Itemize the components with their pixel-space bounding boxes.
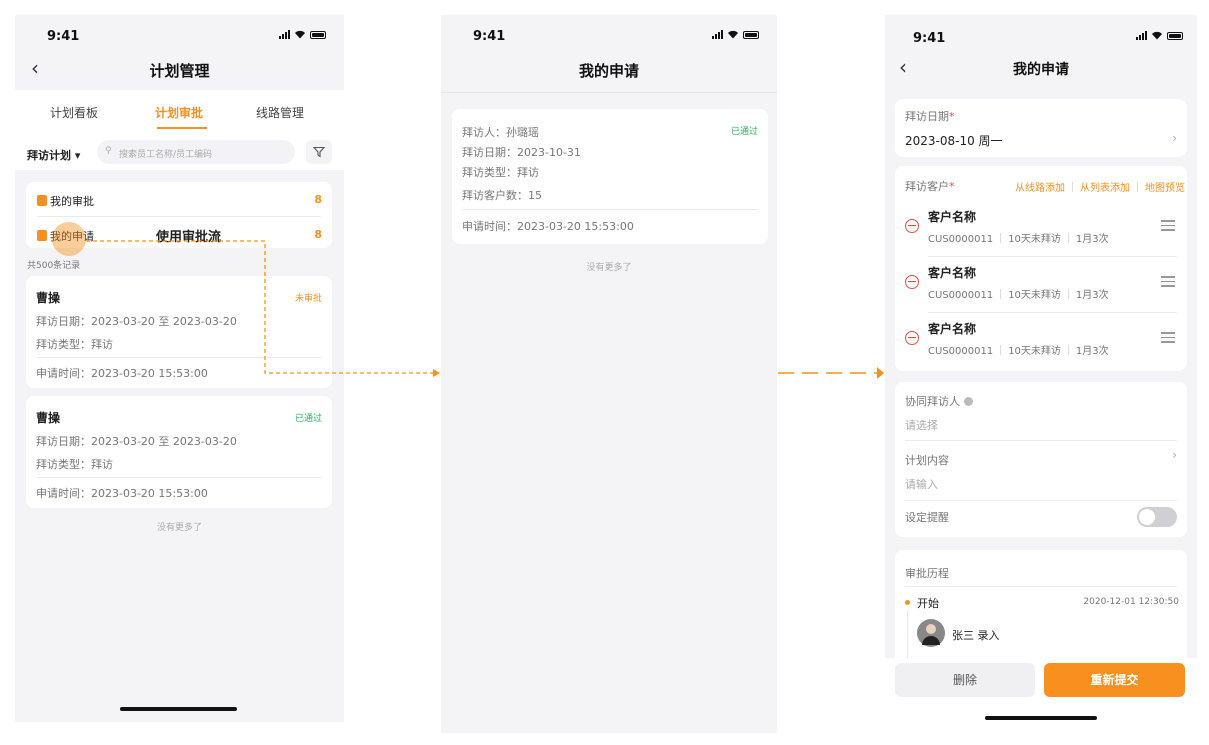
resubmit-button[interactable]: 重新提交	[1044, 663, 1185, 697]
customer-meta: CUS0000011 10天未拜访 1月3次	[928, 342, 1109, 357]
flow-arrowhead-2	[877, 367, 884, 379]
visit-date-card[interactable]: 拜访日期* 2023-08-10 周一 ›	[895, 99, 1187, 157]
screen-my-applications-list: 9:41 我的申请 拜访人：孙璐瑶 已通过 拜访日期：2023-10-31 拜访…	[441, 15, 777, 733]
remove-customer-icon[interactable]	[905, 219, 919, 233]
visit-type: 拜访类型：拜访	[462, 166, 539, 179]
co-visitor-input[interactable]: 请选择	[905, 417, 938, 433]
customer-count: 拜访客户数：15	[462, 189, 542, 202]
visitor-name: 拜访人：孙璐瑶	[462, 126, 539, 139]
status-icons	[1136, 31, 1183, 40]
customer-code: CUS0000011	[928, 234, 994, 245]
plan-content-input[interactable]: 请输入	[905, 476, 938, 492]
page-title: 我的申请	[578, 62, 639, 80]
customer-label: 拜访客户*	[905, 180, 955, 193]
customer-frequency: 1月3次	[1075, 346, 1109, 357]
history-label: 审批历程	[905, 567, 949, 580]
screen-application-detail: 9:41 ‹ 我的申请 拜访日期* 2023-08-10 周一 › 拜访客户* …	[885, 15, 1197, 727]
avatar	[917, 619, 945, 647]
reminder-label: 设定提醒	[905, 511, 949, 524]
co-visitor-label: 协同拜访人	[905, 393, 973, 409]
customer-actions: 从线路添加 从列表添加 地图预览	[1015, 179, 1185, 194]
history-time: 2020-12-01 12:30:50	[1083, 597, 1179, 607]
status-time: 9:41	[913, 31, 946, 46]
visit-date: 拜访日期：2023-10-31	[462, 146, 581, 159]
visit-customers-card: 拜访客户* 从线路添加 从列表添加 地图预览 客户名称 CUS0000011 10天未…	[895, 166, 1187, 371]
reminder-toggle[interactable]	[1137, 507, 1177, 527]
status-icons	[712, 30, 759, 39]
page-title: 我的申请	[1013, 62, 1069, 78]
status-time: 9:41	[473, 29, 506, 44]
chevron-right-icon: ›	[1172, 448, 1177, 462]
plan-details-card: 协同拜访人 请选择 计划内容 › 请输入 设定提醒	[895, 382, 1187, 537]
customer-row-2: 客户名称 CUS0000011 10天未拜访 1月3次	[895, 256, 1187, 312]
drag-handle-icon[interactable]	[1161, 220, 1175, 234]
history-user: 张三 录入	[952, 629, 1000, 642]
chevron-right-icon: ›	[1172, 131, 1177, 145]
delete-button[interactable]: 删除	[895, 663, 1035, 697]
customer-row-3: 客户名称 CUS0000011 10天未拜访 1月3次	[895, 312, 1187, 368]
map-preview-button[interactable]: 地图预览	[1145, 183, 1185, 194]
application-card[interactable]: 拜访人：孙璐瑶 已通过 拜访日期：2023-10-31 拜访类型：拜访 拜访客户…	[452, 109, 768, 244]
flow-arrowhead-1	[433, 369, 440, 377]
timeline-dot	[905, 600, 910, 605]
wifi-icon	[1152, 31, 1162, 40]
wifi-icon	[728, 30, 738, 39]
customer-name: 客户名称	[928, 210, 977, 224]
history-step: 开始	[917, 597, 939, 610]
customer-last-visit: 10天未拜访	[1008, 346, 1061, 357]
signal-icon	[1136, 31, 1147, 40]
customer-last-visit: 10天未拜访	[1008, 234, 1061, 245]
info-icon	[963, 397, 973, 406]
no-more-text: 没有更多了	[586, 263, 632, 273]
apply-time: 申请时间：2023-03-20 15:53:00	[462, 220, 634, 233]
toggle-knob	[1139, 509, 1155, 525]
remove-customer-icon[interactable]	[905, 331, 919, 345]
required-mark: *	[949, 110, 955, 123]
customer-frequency: 1月3次	[1075, 234, 1109, 245]
drag-handle-icon[interactable]	[1161, 276, 1175, 290]
visit-date-label: 拜访日期*	[905, 110, 955, 123]
plan-content-label: 计划内容	[905, 454, 949, 467]
customer-row-1: 客户名称 CUS0000011 10天未拜访 1月3次	[895, 200, 1187, 256]
customer-meta: CUS0000011 10天未拜访 1月3次	[928, 286, 1109, 301]
add-from-list-button[interactable]: 从列表添加	[1080, 183, 1130, 194]
customer-code: CUS0000011	[928, 290, 994, 301]
customer-name: 客户名称	[928, 322, 977, 336]
home-indicator	[985, 716, 1097, 720]
customer-last-visit: 10天未拜访	[1008, 290, 1061, 301]
status-badge: 已通过	[730, 127, 758, 137]
customer-meta: CUS0000011 10天未拜访 1月3次	[928, 230, 1109, 245]
customer-code: CUS0000011	[928, 346, 994, 357]
remove-customer-icon[interactable]	[905, 275, 919, 289]
visit-date-value: 2023-08-10 周一	[905, 134, 1003, 148]
add-from-route-button[interactable]: 从线路添加	[1015, 183, 1065, 194]
battery-icon	[1167, 31, 1183, 40]
required-mark: *	[949, 180, 955, 193]
customer-frequency: 1月3次	[1075, 290, 1109, 301]
bottom-action-bar: 删除 重新提交	[885, 658, 1197, 727]
customer-name: 客户名称	[928, 266, 977, 280]
flow-arrow-1	[86, 240, 433, 374]
battery-icon	[743, 30, 759, 39]
signal-icon	[712, 30, 723, 39]
drag-handle-icon[interactable]	[1161, 332, 1175, 346]
